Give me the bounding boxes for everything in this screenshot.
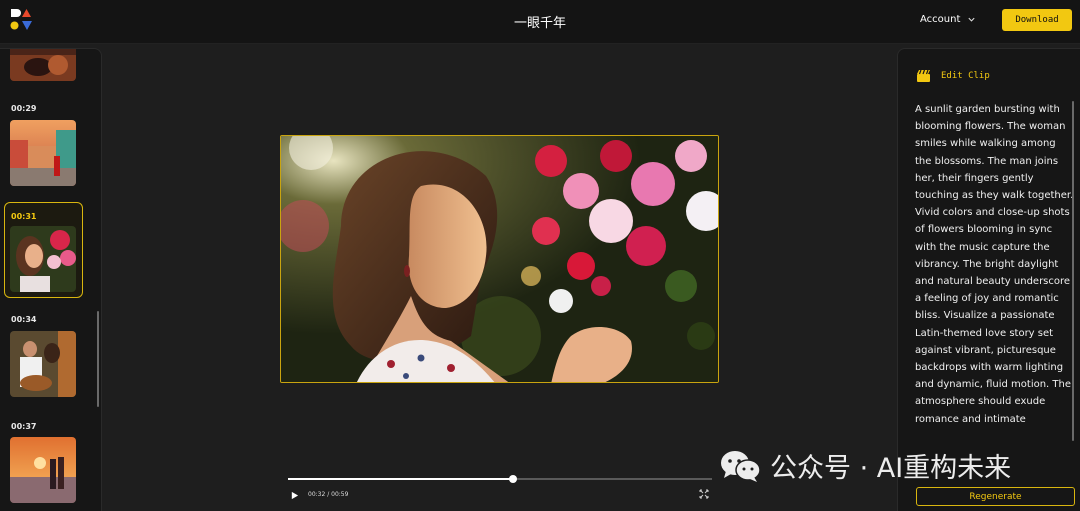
clip-thumbnail [10,226,76,292]
clip-thumbnail [10,437,76,503]
clip-thumbnail [10,331,76,397]
progress-handle[interactable] [508,475,517,483]
timeline-scrollbar[interactable] [97,311,99,407]
clip-timestamp: 00:29 [11,104,37,113]
clip-prompt-textarea[interactable]: A sunlit garden bursting with blooming f… [915,101,1075,445]
playback-timecode: 00:32 / 00:59 [308,491,349,498]
clip-timestamp: 00:34 [11,315,37,324]
progress-fill [288,478,513,480]
top-bar: 一眼千年 Account Download [0,0,1080,44]
edit-clip-title: Edit Clip [941,71,990,81]
watermark-text: 公众号 · AI重构未来 [770,453,1012,484]
watermark: 公众号 · AI重构未来 [720,446,1011,485]
prompt-scrollbar[interactable] [1072,101,1074,441]
account-label: Account [920,14,961,25]
edit-clip-header: Edit Clip [916,69,990,83]
edit-clip-panel: Edit Clip A sunlit garden bursting with … [897,48,1080,511]
chevron-down-icon [968,17,975,22]
download-button[interactable]: Download [1002,9,1072,31]
account-menu[interactable]: Account [920,14,976,25]
wechat-icon [721,450,761,482]
clapperboard-icon [917,69,930,82]
clip-timestamp: 00:37 [11,422,37,431]
regenerate-button[interactable]: Regenerate [916,487,1075,506]
clip-thumbnail [10,49,76,81]
video-preview[interactable] [280,135,719,383]
fullscreen-icon[interactable] [699,489,709,499]
clip-timeline: 00:29 00:31 00:34 00:37 [0,48,102,511]
play-icon[interactable] [290,491,299,500]
project-title: 一眼千年 [513,16,566,31]
clip-timestamp: 00:31 [11,212,37,221]
playback-progress-bar[interactable] [288,475,712,483]
clip-thumbnail [10,120,76,186]
video-frame-image [281,136,718,382]
